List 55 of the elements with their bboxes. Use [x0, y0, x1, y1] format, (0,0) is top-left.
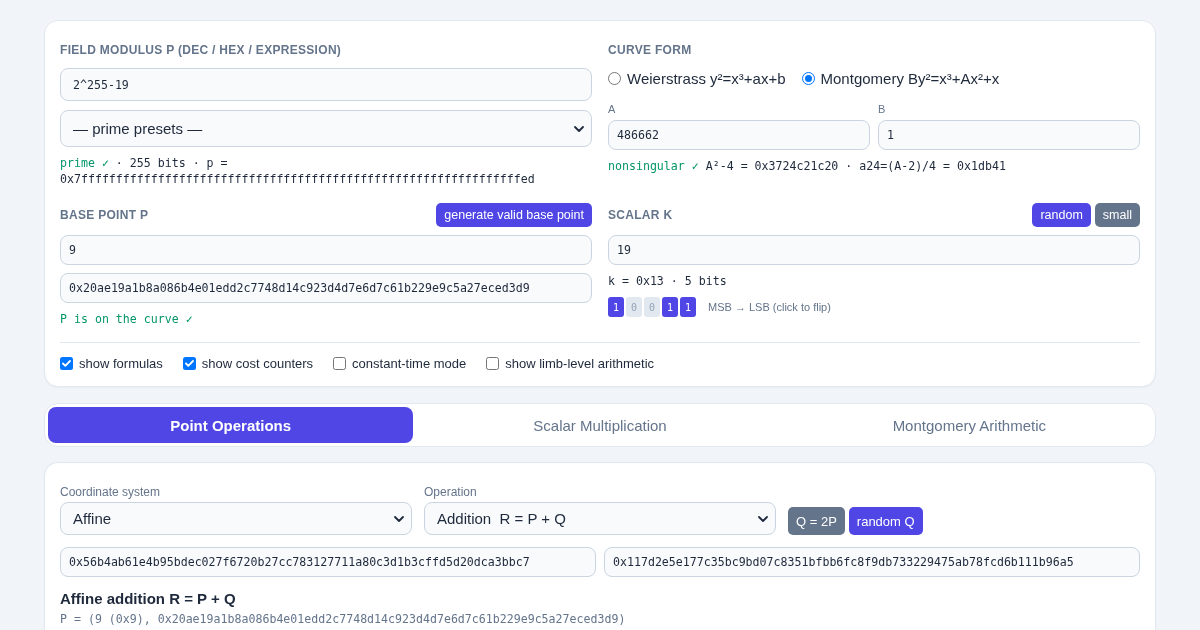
- checkbox[interactable]: [333, 356, 347, 370]
- chevron-down-icon: [394, 515, 404, 522]
- checkbox[interactable]: [486, 356, 500, 370]
- info-text: · 255 bits · p =: [115, 156, 228, 170]
- input-field[interactable]: 1: [878, 120, 1140, 150]
- section-heading: Affine addition R = P + Q: [60, 589, 237, 609]
- point-q-button[interactable]: Q = 2P: [788, 507, 845, 535]
- input-field[interactable]: 2^255-19: [60, 68, 592, 101]
- tab[interactable]: Montgomery Arithmetic: [786, 407, 1152, 443]
- field-label: A: [608, 103, 617, 115]
- select-field[interactable]: Affine: [60, 502, 412, 535]
- radio-button[interactable]: [608, 71, 621, 85]
- scalar-button[interactable]: random: [1032, 203, 1091, 227]
- checkbox-label: show formulas: [79, 355, 163, 371]
- bit-toggle[interactable]: 1: [662, 297, 678, 317]
- section-label: CURVE FORM: [608, 42, 693, 58]
- radio-label: Montgomery By²=x³+Ax²+x: [820, 69, 1000, 87]
- bit-toggle[interactable]: 1: [680, 297, 696, 317]
- radio-button[interactable]: [801, 71, 815, 85]
- checkbox[interactable]: [182, 356, 196, 370]
- generate-button[interactable]: generate valid base point: [436, 203, 592, 227]
- chevron-down-icon: [574, 125, 584, 132]
- hint-text: MSB → LSB (click to flip): [708, 301, 831, 313]
- input-field[interactable]: 9: [60, 235, 592, 265]
- status-text: prime ✓: [60, 156, 109, 170]
- checkbox-label: show limb-level arithmetic: [505, 355, 655, 371]
- section-label: FIELD MODULUS P (DEC / HEX / EXPRESSION): [60, 42, 343, 58]
- info-text: A²-4 = 0x3724c21c20 · a24=(A-2)/4 = 0x1db41: [705, 159, 1006, 173]
- checkbox-label: constant-time mode: [352, 355, 467, 371]
- point-q-button[interactable]: random Q: [848, 507, 923, 535]
- section-label: SCALAR K: [608, 207, 673, 223]
- bit-toggle[interactable]: 1: [608, 297, 624, 317]
- field-label: B: [878, 103, 887, 115]
- scalar-button[interactable]: small: [1094, 203, 1140, 227]
- status-text: nonsingular ✓: [608, 159, 699, 173]
- checkbox-label: show cost counters: [201, 355, 314, 371]
- tab[interactable]: Point Operations: [48, 407, 414, 443]
- info-text: k = 0x13 · 5 bits: [608, 273, 728, 289]
- field-label: Operation: [424, 486, 478, 498]
- input-field[interactable]: 0x117d2e5e177c35bc9bd07c8351bfbb6fc8f9db733229475ab78fcd6b111b96a5: [604, 547, 1140, 577]
- field-label: Coordinate system: [60, 486, 162, 498]
- modulus-hex-text: 0x7fffffffffffffffffffffffffffffffffffffffffffffffffffffffffffffffed: [60, 171, 536, 187]
- radio-label: Weierstrass y²=x³+ax+b: [627, 69, 786, 87]
- input-field[interactable]: 19: [608, 235, 1140, 265]
- tab[interactable]: Scalar Multiplication: [417, 407, 783, 443]
- input-field[interactable]: 0x20ae19a1b8a086b4e01edd2c7748d14c923d4d7e6d7c61b229e9c5a27eced3d9: [60, 273, 592, 303]
- status-text: P is on the curve ✓: [60, 311, 194, 327]
- select-field[interactable]: — prime presets —: [60, 110, 592, 147]
- formula-text: P = (9 (0x9), 0x20ae19a1b8a086b4e01edd2c7748d14c923d4d7e6d7c61b229e9c5a27eced3d9): [60, 611, 627, 627]
- input-field[interactable]: 486662: [608, 120, 870, 150]
- section-label: BASE POINT P: [60, 207, 149, 223]
- input-field[interactable]: 0x56b4ab61e4b95bdec027f6720b27cc783127711a80c3d1b3cffd5d20dca3bbc7: [60, 547, 596, 577]
- select-field[interactable]: Addition R = P + Q: [424, 502, 776, 535]
- chevron-down-icon: [758, 515, 768, 522]
- checkbox[interactable]: [60, 356, 73, 370]
